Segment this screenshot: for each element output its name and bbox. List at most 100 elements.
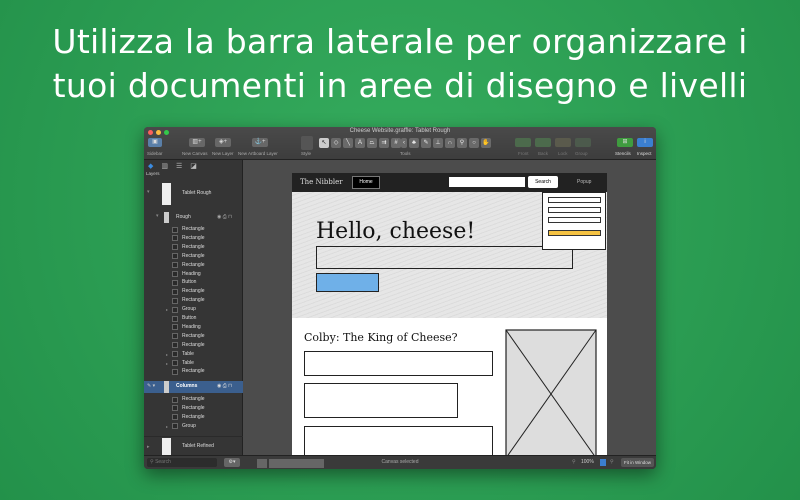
object-label: Table [182,359,194,366]
search-field[interactable] [449,177,525,187]
grid-tool-icon[interactable]: # [391,138,401,148]
object-item[interactable]: Heading [144,323,243,332]
object-icon [172,368,178,375]
object-icon [172,288,178,295]
zoom-in-icon[interactable]: ⚲ [610,459,614,465]
line-tool-icon[interactable]: ╲ [343,138,353,148]
object-item[interactable]: Rectangle [144,243,243,252]
stencils-label: Stencils [615,151,631,156]
zoom-dropdown[interactable] [600,459,606,466]
object-item[interactable]: Rectangle [144,395,243,404]
object-icon [172,297,178,304]
outline-tab-icon[interactable]: ☰ [176,162,182,170]
hero-button[interactable] [316,273,379,292]
stamp-tool-icon[interactable]: ⊥ [433,138,443,148]
rotate-tool-icon[interactable]: ○ [469,138,479,148]
object-label: Rectangle [182,243,205,250]
search-button[interactable]: Search [528,176,558,188]
sidebar-toggle-icon[interactable]: ▣ [148,138,162,147]
hierarchy-tool-icon[interactable]: ♣ [409,138,419,148]
object-icon [172,396,178,403]
canvases-tab-icon[interactable]: ▥ [161,162,168,170]
artboard[interactable]: The Nibbler Home Search Popup Hello, che… [292,173,607,455]
canvas-area[interactable]: The Nibbler Home Search Popup Hello, che… [243,160,656,455]
object-item[interactable]: Rectangle [144,287,243,296]
object-icon [172,414,178,421]
new-canvas-button[interactable]: ▥+ [189,138,205,147]
select-tool-icon[interactable]: ↖ [319,138,329,148]
object-icon [172,253,178,260]
brand: The Nibbler [300,178,343,186]
object-item[interactable]: Rectangle [144,332,243,341]
popup-menu[interactable]: Popup [577,179,591,185]
visibility-lock-icons[interactable]: ◉ ⎙ ⊓ [217,213,232,222]
object-item[interactable]: ▸ Table [144,359,243,368]
layer-item[interactable]: ▾ Rough ◉ ⎙ ⊓ [144,212,243,223]
object-label: Rectangle [182,341,205,348]
canvas-item[interactable]: ▾ Tablet Rough [144,182,243,206]
zoom-level[interactable]: 100% [581,459,594,465]
object-label: Rectangle [182,288,205,295]
object-item[interactable]: ▸ Table [144,350,243,359]
diagram-tool-icon[interactable]: ⇉ [379,138,389,148]
object-item[interactable]: Rectangle [144,261,243,270]
stencils-icon[interactable]: ⊞ [617,138,633,147]
object-item[interactable]: Rectangle [144,404,243,413]
new-layer-label: New Layer [212,151,234,156]
object-item[interactable]: ▸ Group [144,422,243,431]
object-icon [172,360,178,366]
shape-tool-icon[interactable]: ◇ [331,138,341,148]
popup-dropdown [542,192,606,250]
style-brush-icon[interactable]: ✎ [421,138,431,148]
zoom-out-icon[interactable]: ⚲ [572,459,576,465]
layers-tab-icon[interactable]: ◆ [148,162,153,170]
object-item[interactable]: Rectangle [144,413,243,422]
hand-tool-icon[interactable]: ✋ [481,138,491,148]
canvas-label: Tablet Refined [182,443,214,449]
object-icon [172,324,178,331]
zoom-tool-icon[interactable]: ⚲ [457,138,467,148]
object-item[interactable]: Rectangle [144,252,243,261]
home-nav[interactable]: Home [352,176,380,189]
object-label: Rectangle [182,234,205,241]
back-button[interactable] [535,138,551,147]
object-icon [172,244,178,251]
pen-tool-icon[interactable]: ⏢ [367,138,377,148]
object-item[interactable]: Rectangle [144,234,243,243]
front-button[interactable] [515,138,531,147]
more-tools-icon[interactable]: ‹ [401,138,407,148]
visibility-lock-icons[interactable]: ◉ ⎙ ⊓ [217,382,232,391]
object-item[interactable]: Rectangle [144,367,243,376]
canvas-item[interactable]: ▸ Tablet Refined [144,436,243,456]
object-icon [172,271,178,277]
group-button[interactable] [575,138,591,147]
object-label: Rectangle [182,404,205,411]
lock-label: Lock [558,151,568,156]
style-well[interactable] [301,136,313,150]
object-label: Rectangle [182,368,205,375]
new-artboard-layer-button[interactable]: ⚓+ [252,138,268,147]
lock-button[interactable] [555,138,571,147]
fit-in-window-button[interactable]: Fit in Window [621,458,654,467]
object-item[interactable]: Button [144,314,243,323]
sidebar-label: Sidebar [147,151,163,156]
text-tool-icon[interactable]: A [355,138,365,148]
hero-text-box [316,246,573,269]
object-item[interactable]: Rectangle [144,225,243,234]
object-label: Group [182,306,196,313]
new-layer-button[interactable]: ◈+ [215,138,231,147]
object-icon [172,306,178,313]
sidebar: ◆ ▥ ☰ ◪ Layers ▾ Tablet Rough ▾ Rough ◉ ⎙ ⊓… [144,160,243,456]
object-item[interactable]: Rectangle [144,341,243,350]
object-item[interactable]: Rectangle [144,296,243,305]
artboards-tab-icon[interactable]: ◪ [190,162,197,170]
object-item[interactable]: ▸ Group [144,305,243,314]
layer-item-selected[interactable]: ✎ ▾ Columns ◉ ⎙ ⊓ [144,381,243,393]
inspect-icon[interactable]: i [637,138,653,147]
object-item[interactable]: Heading [144,270,243,279]
new-artboard-layer-label: New Artboard Layer [238,151,278,156]
object-item[interactable]: Button [144,278,243,287]
nav-bar: The Nibbler Home Search Popup [292,173,607,192]
magnet-tool-icon[interactable]: ∩ [445,138,455,148]
new-canvas-label: New Canvas [182,151,208,156]
